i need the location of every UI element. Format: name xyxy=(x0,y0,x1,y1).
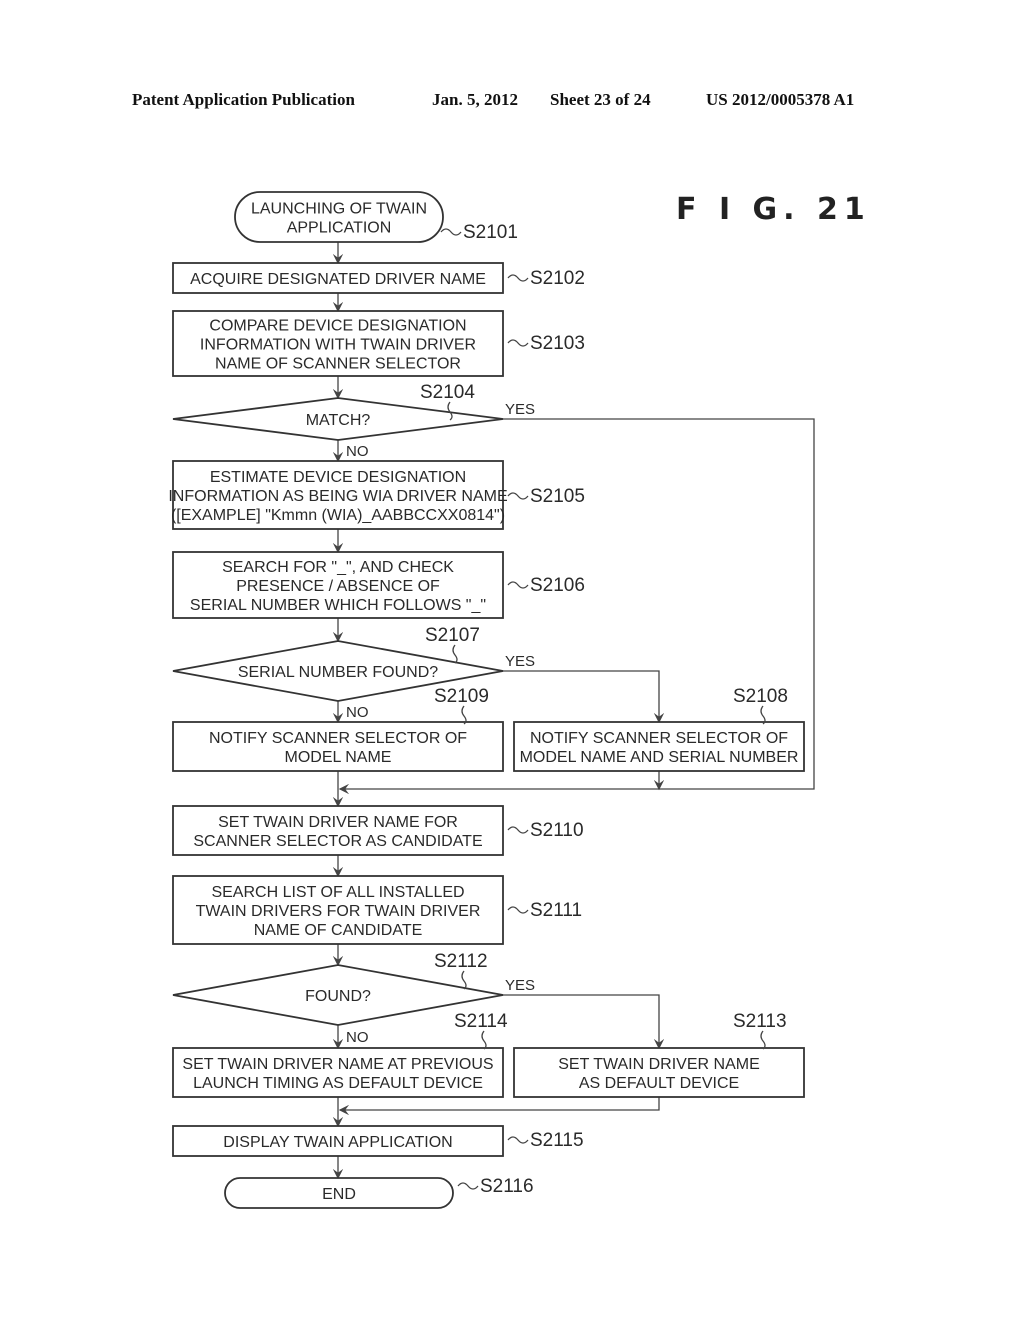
step-text-line: INFORMATION AS BEING WIA DRIVER NAME xyxy=(168,488,507,505)
leader-squiggle xyxy=(507,826,529,834)
step-id-label: S2109 xyxy=(434,686,489,707)
step-text-line: SET TWAIN DRIVER NAME FOR xyxy=(218,814,458,831)
match-no-label: NO xyxy=(346,443,369,460)
step-s2105: ESTIMATE DEVICE DESIGNATION INFORMATION A… xyxy=(168,460,585,530)
step-s2103: COMPARE DEVICE DESIGNATION INFORMATION WI… xyxy=(172,310,585,377)
connectors xyxy=(332,242,815,1180)
leader-squiggle xyxy=(507,1136,529,1144)
step-text-line: COMPARE DEVICE DESIGNATION xyxy=(209,318,466,335)
step-text-line: NOTIFY SCANNER SELECTOR OF xyxy=(209,730,467,747)
leader-squiggle xyxy=(507,339,529,347)
found-yes-connector xyxy=(503,994,665,1050)
step-id-label: S2113 xyxy=(733,1011,787,1032)
step-text-line: SEARCH LIST OF ALL INSTALLED xyxy=(211,884,464,901)
step-id-label: S2105 xyxy=(530,486,585,507)
step-id-label: S2111 xyxy=(530,900,582,921)
leader-squiggle xyxy=(440,228,462,236)
step-s2116: END S2116 xyxy=(224,1176,534,1209)
leader-squiggle xyxy=(452,644,458,664)
step-text-line: MODEL NAME AND SERIAL NUMBER xyxy=(520,749,799,766)
step-text-line: FOUND? xyxy=(305,988,371,1005)
step-text-line: NOTIFY SCANNER SELECTOR OF xyxy=(530,730,788,747)
found-no-label: NO xyxy=(346,1029,369,1046)
step-id-label: S2108 xyxy=(733,686,788,707)
step-s2110: SET TWAIN DRIVER NAME FOR SCANNER SELECTO… xyxy=(172,805,584,856)
step-text-line: PRESENCE / ABSENCE OF xyxy=(236,578,440,595)
step-id-label: S2116 xyxy=(480,1176,534,1197)
leader-squiggle xyxy=(481,1030,487,1050)
step-text-line: DISPLAY TWAIN APPLICATION xyxy=(223,1134,452,1151)
step-text-line: SERIAL NUMBER FOUND? xyxy=(238,664,438,681)
found-yes-label: YES xyxy=(505,977,535,994)
step-text-line: MATCH? xyxy=(306,412,371,429)
step-text-line: SEARCH FOR "_", AND CHECK xyxy=(222,559,454,576)
step-text-line: ESTIMATE DEVICE DESIGNATION xyxy=(210,469,466,486)
match-yes-label: YES xyxy=(505,401,535,418)
shapes: LAUNCHING OF TWAIN APPLICATION S2101 ACQUIR… xyxy=(168,191,805,1209)
step-text-line: INFORMATION WITH TWAIN DRIVER xyxy=(200,337,476,354)
serial-yes-connector xyxy=(503,670,665,724)
step-id-label: S2110 xyxy=(530,820,584,841)
step-s2115: DISPLAY TWAIN APPLICATION S2115 xyxy=(172,1125,584,1157)
step-text-line: SERIAL NUMBER WHICH FOLLOWS "_" xyxy=(190,597,486,614)
step-text-line: ACQUIRE DESIGNATED DRIVER NAME xyxy=(190,271,486,288)
step-text-line: NAME OF CANDIDATE xyxy=(254,922,423,939)
step-id-label: S2106 xyxy=(530,575,585,596)
step-text-line: LAUNCH TIMING AS DEFAULT DEVICE xyxy=(193,1075,483,1092)
step-text-line: TWAIN DRIVERS FOR TWAIN DRIVER xyxy=(196,903,481,920)
step-id-label: S2115 xyxy=(530,1130,584,1151)
step-text-line: SET TWAIN DRIVER NAME xyxy=(558,1056,760,1073)
serial-no-label: NO xyxy=(346,704,369,721)
step-s2111: SEARCH LIST OF ALL INSTALLED TWAIN DRIVER… xyxy=(172,875,582,945)
step-text-line: MODEL NAME xyxy=(285,749,392,766)
step-text-line: LAUNCHING OF TWAIN xyxy=(251,201,427,218)
step-id-label: S2107 xyxy=(425,625,480,646)
leader-squiggle xyxy=(507,492,529,500)
step-text-line: APPLICATION xyxy=(287,220,392,237)
step-text-line: SET TWAIN DRIVER NAME AT PREVIOUS xyxy=(182,1056,493,1073)
step-s2102: ACQUIRE DESIGNATED DRIVER NAME S2102 xyxy=(172,262,585,294)
step-id-label: S2112 xyxy=(434,951,488,972)
step-text-line: END xyxy=(322,1186,356,1203)
connector-line xyxy=(338,1097,660,1116)
flowchart: LAUNCHING OF TWAIN APPLICATION S2101 ACQUIR… xyxy=(168,191,815,1209)
step-id-label: S2102 xyxy=(530,268,585,289)
step-id-label: S2101 xyxy=(463,222,518,243)
step-s2106: SEARCH FOR "_", AND CHECK PRESENCE / ABSE… xyxy=(172,551,585,619)
leader-squiggle xyxy=(457,1182,479,1190)
leader-squiggle xyxy=(507,906,529,914)
step-s2101: LAUNCHING OF TWAIN APPLICATION S2101 xyxy=(234,191,518,243)
step-text-line: NAME OF SCANNER SELECTOR xyxy=(215,356,461,373)
step-text-line: ([EXAMPLE] "Kmmn (WIA)_AABBCCXX0814") xyxy=(171,507,505,524)
leader-squiggle xyxy=(507,581,529,589)
leader-squiggle xyxy=(461,970,467,990)
leader-squiggle xyxy=(760,1030,766,1050)
step-id-label: S2103 xyxy=(530,333,585,354)
step-id-label: S2104 xyxy=(420,382,475,403)
serial-yes-label: YES xyxy=(505,653,535,670)
step-text-line: AS DEFAULT DEVICE xyxy=(579,1075,739,1092)
step-text-line: SCANNER SELECTOR AS CANDIDATE xyxy=(193,833,482,850)
leader-squiggle xyxy=(507,274,529,282)
step-id-label: S2114 xyxy=(454,1011,508,1032)
